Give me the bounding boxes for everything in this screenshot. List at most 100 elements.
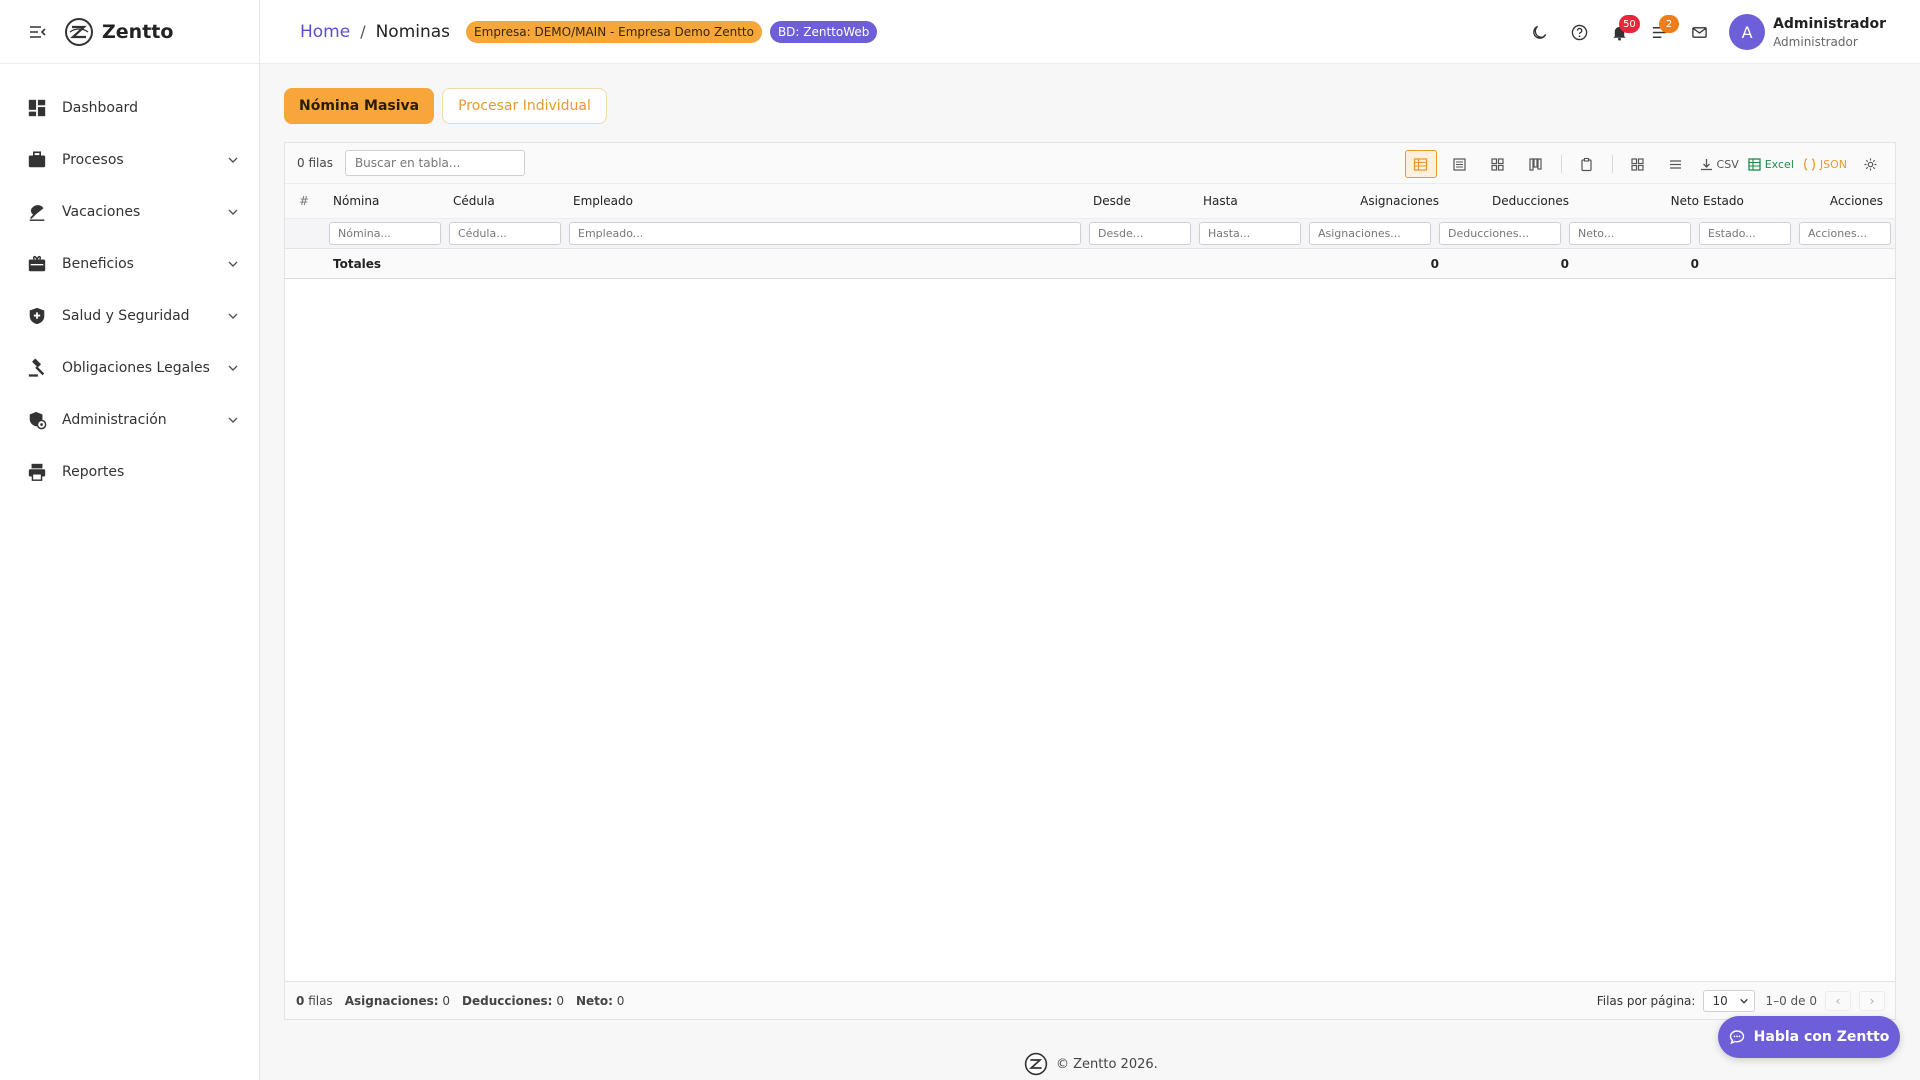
filter-estado-input[interactable] xyxy=(1699,222,1791,245)
sidebar-item-dashboard[interactable]: Dashboard xyxy=(0,82,259,134)
clipboard-button[interactable] xyxy=(1572,150,1602,178)
sidebar-item-label: Obligaciones Legales xyxy=(62,360,210,376)
export-excel-button[interactable]: Excel xyxy=(1747,150,1794,178)
previous-page-button[interactable]: ‹ xyxy=(1825,991,1851,1011)
database-badge[interactable]: BD: ZenttoWeb xyxy=(769,20,878,43)
view-kanban-button[interactable] xyxy=(1521,150,1551,178)
help-button[interactable] xyxy=(1559,12,1599,52)
filter-nomina-input[interactable] xyxy=(329,222,441,245)
filter-neto-input[interactable] xyxy=(1569,222,1691,245)
grid-toolbar-actions: CSV Excel JSON xyxy=(1397,149,1885,179)
grid-settings-button[interactable] xyxy=(1855,150,1885,178)
column-header-desde[interactable]: Desde xyxy=(1093,184,1193,218)
totals-label: Totales xyxy=(333,256,382,271)
footer-rows-word: filas xyxy=(308,993,333,1008)
dashboard-icon xyxy=(28,99,46,117)
column-header-asignaciones[interactable]: Asignaciones xyxy=(1313,184,1439,218)
chevron-down-icon xyxy=(228,313,238,319)
sidebar-item-label: Dashboard xyxy=(62,100,138,116)
filter-cedula-input[interactable] xyxy=(449,222,561,245)
sidebar-item-administracion[interactable]: Administración xyxy=(0,394,259,446)
filter-hasta-input[interactable] xyxy=(1199,222,1301,245)
column-header-neto[interactable]: Neto xyxy=(1573,184,1699,218)
moon-icon xyxy=(1532,25,1546,39)
tasks-count-badge: 2 xyxy=(1659,15,1680,33)
notifications-button[interactable]: 50 xyxy=(1599,12,1640,52)
breadcrumb: Home / Nominas xyxy=(300,22,450,42)
column-header-empleado[interactable]: Empleado xyxy=(573,184,1073,218)
sidebar-item-salud-seguridad[interactable]: Salud y Seguridad xyxy=(0,290,259,342)
sidebar-item-obligaciones-legales[interactable]: Obligaciones Legales xyxy=(0,342,259,394)
footer-neto-value: 0 xyxy=(616,993,625,1008)
footer-deducciones-value: 0 xyxy=(556,993,564,1008)
sidebar-item-procesos[interactable]: Procesos xyxy=(0,134,259,186)
sidebar-item-beneficios[interactable]: Beneficios xyxy=(0,238,259,290)
tasks-button[interactable]: 2 xyxy=(1639,12,1680,52)
filter-deducciones-input[interactable] xyxy=(1439,222,1561,245)
breadcrumb-home-link[interactable]: Home xyxy=(300,22,350,42)
column-header-acciones: Acciones xyxy=(1829,194,1883,208)
avatar[interactable]: A xyxy=(1729,14,1766,50)
column-header-nomina[interactable]: Nómina xyxy=(333,184,443,218)
mail-icon xyxy=(1691,26,1707,38)
table-search-input[interactable] xyxy=(344,150,525,176)
zentto-logo-icon xyxy=(1024,1052,1048,1076)
list-view-icon xyxy=(1453,157,1466,171)
footer-deducciones: Deducciones: 0 xyxy=(462,994,564,1008)
sidebar-item-label: Reportes xyxy=(62,464,125,480)
sidebar-item-label: Administración xyxy=(62,412,167,428)
filter-asignaciones-input[interactable] xyxy=(1309,222,1431,245)
top-bar: Home / Nominas Empresa: DEMO/MAIN - Empr… xyxy=(260,0,1920,64)
grid-filter-row xyxy=(285,219,1895,249)
filter-desde-input[interactable] xyxy=(1089,222,1191,245)
column-header-cedula[interactable]: Cédula xyxy=(453,184,563,218)
sidebar-item-vacaciones[interactable]: Vacaciones xyxy=(0,186,259,238)
rows-per-page-select[interactable]: 10 xyxy=(1703,990,1756,1012)
next-page-button[interactable]: › xyxy=(1859,991,1885,1011)
messages-button[interactable] xyxy=(1679,12,1719,52)
tab-bar: Nómina Masiva Procesar Individual xyxy=(284,88,1896,124)
sidebar-item-reportes[interactable]: Reportes xyxy=(0,446,259,498)
chevron-down-icon xyxy=(228,417,238,423)
clipboard-icon xyxy=(1581,157,1592,171)
excel-icon xyxy=(1748,157,1761,171)
theme-toggle-button[interactable] xyxy=(1519,12,1559,52)
pagination-range: 1–0 de 0 xyxy=(1765,994,1817,1008)
printer-icon xyxy=(28,463,46,481)
tab-procesar-individual[interactable]: Procesar Individual xyxy=(442,88,607,124)
column-header-hasta[interactable]: Hasta xyxy=(1203,184,1303,218)
export-json-button[interactable]: JSON xyxy=(1802,150,1847,178)
user-info[interactable]: Administrador Administrador xyxy=(1773,16,1886,49)
chat-button-label: Habla con Zentto xyxy=(1753,1029,1890,1045)
footer-rows: 0 filas xyxy=(296,994,333,1008)
view-grid-button[interactable] xyxy=(1483,150,1513,178)
filter-empleado-input[interactable] xyxy=(569,222,1081,245)
chevron-down-icon xyxy=(228,365,238,371)
columns-button[interactable] xyxy=(1623,150,1653,178)
column-header-deducciones[interactable]: Deducciones xyxy=(1443,184,1569,218)
empresa-badge[interactable]: Empresa: DEMO/MAIN - Empresa Demo Zentto xyxy=(466,20,762,43)
tab-nomina-masiva[interactable]: Nómina Masiva xyxy=(284,88,435,124)
export-json-label: JSON xyxy=(1819,157,1847,171)
beach-icon xyxy=(29,205,45,221)
view-list-button[interactable] xyxy=(1445,150,1475,178)
copyright-footer: © Zentto 2026. xyxy=(1024,1052,1158,1076)
column-header-estado[interactable]: Estado xyxy=(1703,184,1793,218)
apps-icon xyxy=(1631,157,1644,171)
top-actions: 50 2 A Administrador Administrador xyxy=(1519,0,1886,64)
shield-icon xyxy=(29,307,45,325)
grid-totals-row: Totales 0 0 0 xyxy=(285,249,1895,279)
filter-acciones-input[interactable] xyxy=(1799,222,1891,245)
totals-asignaciones: 0 xyxy=(1430,256,1439,271)
footer-neto: Neto: 0 xyxy=(576,994,624,1008)
chat-button[interactable]: Habla con Zentto xyxy=(1718,1016,1900,1058)
app-logo[interactable]: Zentto xyxy=(64,17,173,47)
export-csv-button[interactable]: CSV xyxy=(1699,150,1739,178)
chevron-down-icon xyxy=(228,261,238,267)
density-button[interactable] xyxy=(1661,150,1691,178)
view-table-button[interactable] xyxy=(1404,150,1437,178)
totals-neto: 0 xyxy=(1690,256,1699,271)
rows-per-page-label: Filas por página: xyxy=(1596,994,1696,1008)
menu-collapse-icon[interactable] xyxy=(28,22,48,42)
admin-icon xyxy=(29,411,47,430)
